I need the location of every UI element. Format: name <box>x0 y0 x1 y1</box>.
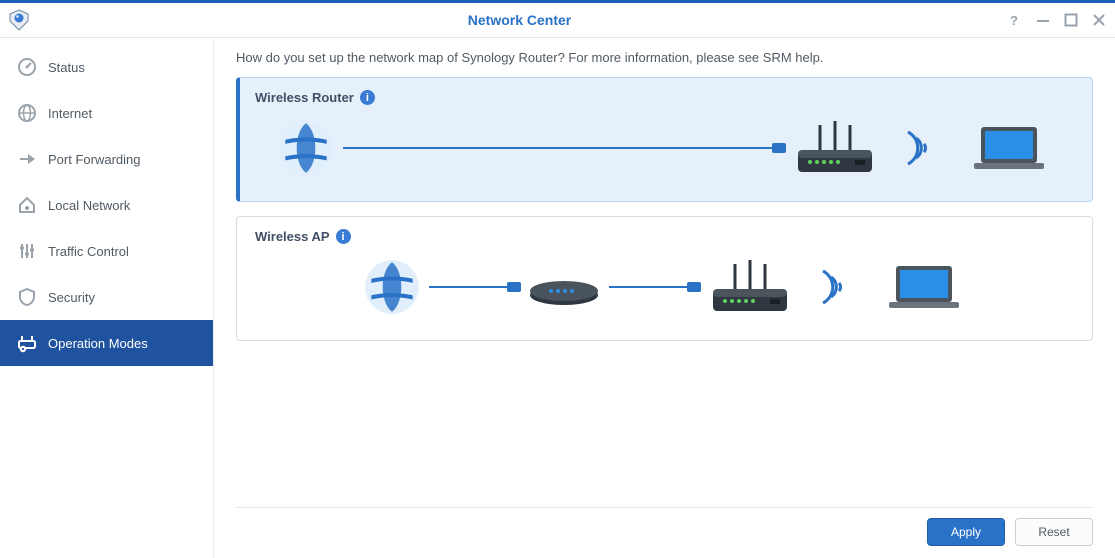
sidebar-item-local-network[interactable]: Local Network <box>0 182 213 228</box>
gear-router-icon <box>16 332 38 354</box>
ethernet-cable-icon <box>429 286 519 288</box>
laptop-node-icon <box>879 256 969 318</box>
globe-icon <box>16 102 38 124</box>
sliders-icon <box>16 240 38 262</box>
sidebar-item-security[interactable]: Security <box>0 274 213 320</box>
sidebar-item-operation-modes[interactable]: Operation Modes <box>0 320 213 366</box>
help-icon[interactable]: ? <box>1007 12 1023 28</box>
info-icon[interactable]: i <box>336 229 351 244</box>
intro-text: How do you set up the network map of Syn… <box>236 50 1093 65</box>
footer: Apply Reset <box>236 507 1093 546</box>
titlebar: Network Center ? <box>0 0 1115 38</box>
forward-icon <box>16 148 38 170</box>
sidebar-item-label: Internet <box>48 106 92 121</box>
sidebar-item-label: Local Network <box>48 198 130 213</box>
wifi-wave-icon <box>817 263 857 311</box>
house-network-icon <box>16 194 38 216</box>
mode-title: Wireless Router i <box>255 90 1074 105</box>
globe-node-icon <box>361 256 423 318</box>
wifi-wave-icon <box>902 124 942 172</box>
modem-node-icon <box>525 267 603 307</box>
info-icon[interactable]: i <box>360 90 375 105</box>
ethernet-cable-icon <box>343 147 784 149</box>
router-node-icon <box>790 117 880 179</box>
mode-card-wireless-router[interactable]: Wireless Router i <box>236 77 1093 202</box>
sidebar-item-label: Port Forwarding <box>48 152 140 167</box>
sidebar-item-status[interactable]: Status <box>0 44 213 90</box>
close-icon[interactable] <box>1091 12 1107 28</box>
sidebar-item-port-forwarding[interactable]: Port Forwarding <box>0 136 213 182</box>
minimize-icon[interactable] <box>1035 12 1051 28</box>
sidebar-item-label: Security <box>48 290 95 305</box>
mode-title-label: Wireless Router <box>255 90 354 105</box>
shield-icon <box>16 286 38 308</box>
sidebar-item-label: Traffic Control <box>48 244 129 259</box>
ethernet-cable-icon <box>609 286 699 288</box>
diagram-wireless-ap <box>255 252 1074 322</box>
globe-node-icon <box>275 117 337 179</box>
app-logo-icon <box>6 7 32 33</box>
mode-card-wireless-ap[interactable]: Wireless AP i <box>236 216 1093 341</box>
titlebar-buttons: ? <box>1007 12 1107 28</box>
sidebar-item-label: Status <box>48 60 85 75</box>
maximize-icon[interactable] <box>1063 12 1079 28</box>
router-node-icon <box>705 256 795 318</box>
reset-button[interactable]: Reset <box>1015 518 1093 546</box>
sidebar: Status Internet Port Forwarding Local Ne… <box>0 38 214 558</box>
sidebar-item-internet[interactable]: Internet <box>0 90 213 136</box>
sidebar-item-traffic-control[interactable]: Traffic Control <box>0 228 213 274</box>
mode-title: Wireless AP i <box>255 229 1074 244</box>
diagram-wireless-router <box>255 113 1074 183</box>
window-title: Network Center <box>32 12 1007 28</box>
gauge-icon <box>16 56 38 78</box>
sidebar-item-label: Operation Modes <box>48 336 148 351</box>
laptop-node-icon <box>964 117 1054 179</box>
main-panel: How do you set up the network map of Syn… <box>214 38 1115 558</box>
apply-button[interactable]: Apply <box>927 518 1005 546</box>
mode-title-label: Wireless AP <box>255 229 330 244</box>
svg-text:?: ? <box>1010 13 1018 27</box>
